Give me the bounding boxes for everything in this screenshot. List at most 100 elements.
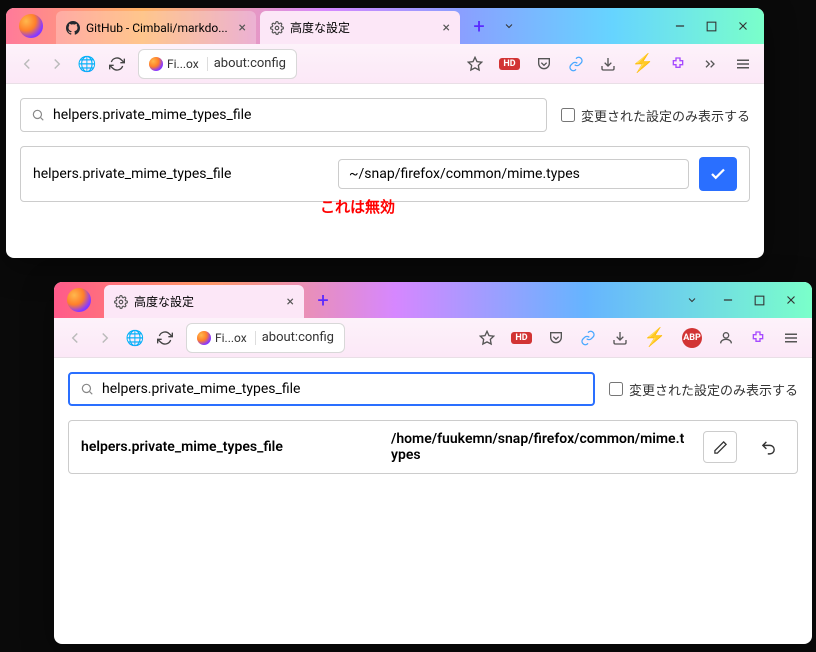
config-search-input[interactable] bbox=[102, 381, 583, 397]
check-icon bbox=[709, 165, 727, 183]
account-icon[interactable] bbox=[718, 330, 734, 346]
pref-value-input[interactable] bbox=[338, 159, 689, 189]
tab-list-dropdown[interactable] bbox=[494, 8, 524, 44]
titlebar: GitHub - Cimbali/markdo... × 高度な設定 × + bbox=[6, 8, 764, 44]
menu-icon[interactable] bbox=[734, 55, 752, 73]
search-row: 変更された設定のみ表示する bbox=[20, 98, 750, 132]
menu-icon[interactable] bbox=[782, 329, 800, 347]
tab-title: 高度な設定 bbox=[134, 293, 194, 310]
chevron-down-icon bbox=[686, 294, 698, 306]
star-icon[interactable] bbox=[467, 56, 483, 72]
github-icon bbox=[66, 21, 80, 35]
download-icon[interactable] bbox=[600, 56, 616, 72]
firefox-logo-icon bbox=[19, 14, 43, 38]
config-search-input[interactable] bbox=[53, 107, 536, 123]
close-icon[interactable]: × bbox=[287, 294, 294, 310]
pref-row: helpers.private_mime_types_file /home/fu… bbox=[68, 420, 798, 474]
checkbox-label: 変更された設定のみ表示する bbox=[581, 106, 750, 125]
reload-button[interactable] bbox=[108, 55, 126, 73]
forward-button[interactable] bbox=[96, 329, 114, 347]
close-icon[interactable] bbox=[736, 19, 750, 33]
config-search-box[interactable] bbox=[20, 98, 547, 132]
close-icon[interactable]: × bbox=[239, 20, 246, 36]
tab-aboutconfig[interactable]: 高度な設定 × bbox=[104, 285, 304, 318]
close-icon[interactable] bbox=[784, 293, 798, 307]
identity-label: Fi...ox bbox=[215, 331, 247, 345]
edit-button[interactable] bbox=[703, 431, 737, 463]
titlebar: 高度な設定 × + bbox=[54, 282, 812, 318]
maximize-icon[interactable] bbox=[705, 20, 718, 33]
tab-github[interactable]: GitHub - Cimbali/markdo... × bbox=[56, 11, 256, 44]
globe-icon: 🌐 bbox=[78, 55, 97, 73]
checkbox-label: 変更された設定のみ表示する bbox=[629, 380, 798, 399]
firefox-favicon-icon bbox=[197, 331, 211, 345]
tab-title: 高度な設定 bbox=[290, 19, 350, 36]
checkbox-input[interactable] bbox=[609, 382, 623, 396]
window-controls bbox=[707, 282, 812, 318]
checkbox-input[interactable] bbox=[561, 108, 575, 122]
gear-icon bbox=[114, 295, 128, 309]
minimize-icon[interactable] bbox=[673, 19, 687, 33]
lightning-icon[interactable]: ⚡ bbox=[644, 327, 666, 348]
address-bar[interactable]: Fi...ox about:config bbox=[186, 323, 345, 353]
firefox-window-1: GitHub - Cimbali/markdo... × 高度な設定 × + 🌐… bbox=[6, 8, 764, 258]
firefox-favicon-icon bbox=[149, 57, 163, 71]
aboutconfig-content: 変更された設定のみ表示する helpers.private_mime_types… bbox=[54, 358, 812, 488]
lightning-icon[interactable]: ⚡ bbox=[632, 53, 654, 74]
hd-badge[interactable]: HD bbox=[499, 58, 519, 70]
overflow-icon[interactable] bbox=[702, 56, 718, 72]
modified-only-checkbox[interactable]: 変更された設定のみ表示する bbox=[561, 106, 750, 125]
config-search-box[interactable] bbox=[68, 372, 595, 406]
site-identity[interactable]: Fi...ox bbox=[149, 57, 208, 71]
maximize-icon[interactable] bbox=[753, 294, 766, 307]
confirm-button[interactable] bbox=[699, 157, 737, 191]
gear-icon bbox=[270, 21, 284, 35]
search-row: 変更された設定のみ表示する bbox=[68, 372, 798, 406]
minimize-icon[interactable] bbox=[721, 293, 735, 307]
back-button[interactable] bbox=[66, 329, 84, 347]
reset-button[interactable] bbox=[751, 431, 785, 463]
search-icon bbox=[31, 108, 45, 122]
back-button[interactable] bbox=[18, 55, 36, 73]
toolbar-icons: HD ⚡ bbox=[467, 53, 752, 74]
nav-toolbar: 🌐 Fi...ox about:config HD ⚡ bbox=[6, 44, 764, 84]
close-icon[interactable]: × bbox=[443, 20, 450, 36]
undo-icon bbox=[760, 439, 777, 456]
chevron-down-icon bbox=[503, 20, 515, 32]
globe-icon: 🌐 bbox=[126, 329, 145, 347]
modified-only-checkbox[interactable]: 変更された設定のみ表示する bbox=[609, 380, 798, 399]
new-tab-button[interactable]: + bbox=[464, 8, 494, 44]
noscript-button[interactable]: 🌐 bbox=[78, 55, 96, 73]
pref-name: helpers.private_mime_types_file bbox=[81, 439, 381, 455]
url-text: about:config bbox=[262, 330, 334, 345]
reload-button[interactable] bbox=[156, 329, 174, 347]
pref-value: /home/fuukemn/snap/firefox/common/mime.t… bbox=[391, 431, 689, 463]
address-bar[interactable]: Fi...ox about:config bbox=[138, 49, 297, 79]
tab-aboutconfig[interactable]: 高度な設定 × bbox=[260, 11, 460, 44]
extensions-icon[interactable] bbox=[670, 56, 686, 72]
app-menu-button[interactable] bbox=[6, 8, 56, 44]
identity-label: Fi...ox bbox=[167, 57, 199, 71]
abp-badge[interactable]: ABP bbox=[682, 328, 702, 348]
link-icon[interactable] bbox=[580, 330, 596, 346]
noscript-button[interactable]: 🌐 bbox=[126, 329, 144, 347]
app-menu-button[interactable] bbox=[54, 282, 104, 318]
toolbar-icons: HD ⚡ ABP bbox=[479, 327, 800, 348]
forward-button[interactable] bbox=[48, 55, 66, 73]
tab-list-dropdown[interactable] bbox=[677, 282, 707, 318]
star-icon[interactable] bbox=[479, 330, 495, 346]
pencil-icon bbox=[713, 440, 728, 455]
link-icon[interactable] bbox=[568, 56, 584, 72]
nav-toolbar: 🌐 Fi...ox about:config HD ⚡ ABP bbox=[54, 318, 812, 358]
extensions-icon[interactable] bbox=[750, 330, 766, 346]
site-identity[interactable]: Fi...ox bbox=[197, 331, 256, 345]
pref-row: helpers.private_mime_types_file bbox=[20, 146, 750, 202]
window-controls bbox=[659, 8, 764, 44]
pocket-icon[interactable] bbox=[536, 56, 552, 72]
firefox-window-2: 高度な設定 × + 🌐 Fi...ox about:config HD bbox=[54, 282, 812, 644]
new-tab-button[interactable]: + bbox=[308, 282, 338, 318]
pocket-icon[interactable] bbox=[548, 330, 564, 346]
firefox-logo-icon bbox=[67, 288, 91, 312]
hd-badge[interactable]: HD bbox=[511, 332, 531, 344]
download-icon[interactable] bbox=[612, 330, 628, 346]
